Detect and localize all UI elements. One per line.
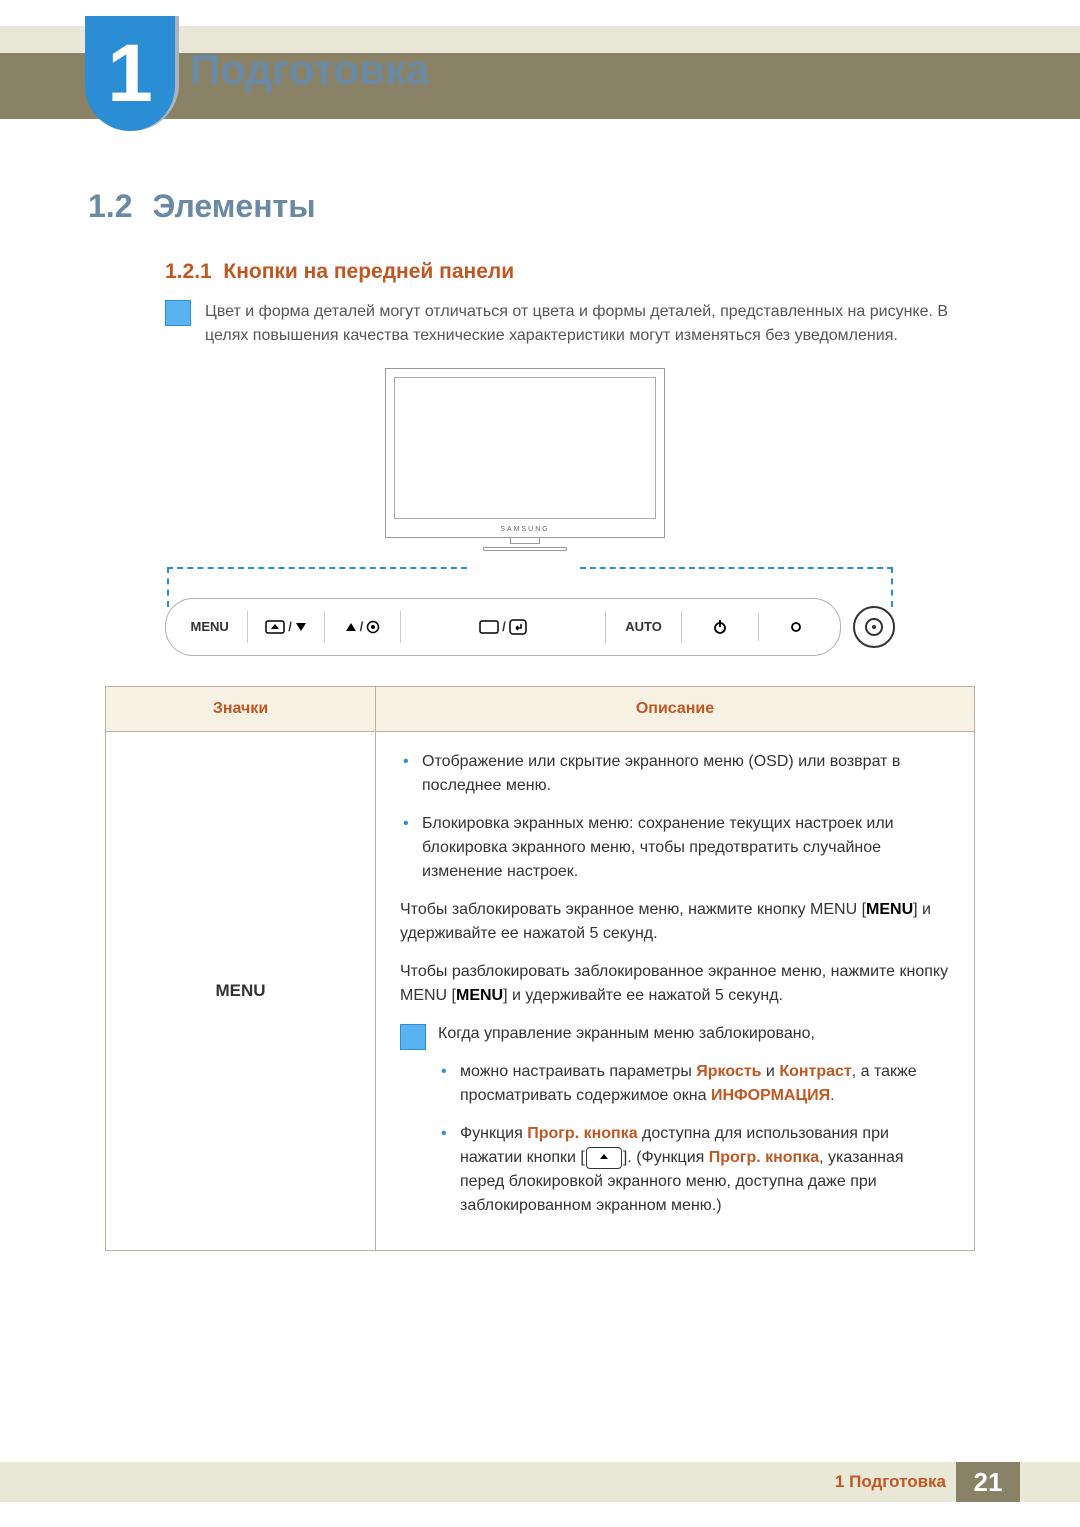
paragraph: Чтобы разблокировать заблокированное экр…: [400, 960, 950, 1008]
btn-auto: AUTO: [606, 611, 682, 643]
subsection-heading: 1.2.1 Кнопки на передней панели: [165, 256, 514, 288]
sub-note-intro: Когда управление экранным меню заблокиро…: [438, 1022, 950, 1046]
target-icon: [366, 620, 380, 634]
table-row: MENU Отображение или скрытие экранного м…: [106, 732, 974, 1250]
footer-page-number: 21: [956, 1462, 1020, 1502]
note-icon: [400, 1024, 426, 1050]
list-item: Отображение или скрытие экранного меню (…: [400, 750, 950, 798]
indicator-lines: [165, 557, 895, 597]
section-heading: 1.2 Элементы: [88, 182, 316, 230]
sub-note: Когда управление экранным меню заблокиро…: [400, 1022, 950, 1232]
chapter-badge: 1: [85, 16, 175, 131]
table-cell-label: MENU: [106, 732, 376, 1250]
section-number: 1.2: [88, 182, 132, 230]
monitor-illustration: SAMSUNG: [385, 368, 665, 538]
list-item: Блокировка экранных меню: сохранение тек…: [400, 812, 950, 884]
btn-power: [682, 613, 758, 641]
btn-menu-label: MENU: [191, 617, 229, 637]
subsection-title: Кнопки на передней панели: [223, 260, 514, 283]
sub-note-content: Когда управление экранным меню заблокиро…: [438, 1022, 950, 1232]
list-item: можно настраивать параметры Яркость и Ко…: [438, 1060, 950, 1108]
btn-source-enter: /: [401, 611, 606, 643]
paragraph: Чтобы заблокировать экранное меню, нажми…: [400, 898, 950, 946]
custom-up-button-icon: [586, 1147, 622, 1169]
power-icon: [712, 619, 728, 635]
triangle-up-icon: [345, 622, 357, 632]
table-header-icons: Значки: [106, 687, 376, 731]
btn-menu: MENU: [172, 611, 248, 643]
button-bar-main: MENU / / / AUTO: [165, 598, 841, 656]
custom-up-icon: [265, 620, 285, 634]
table-header: Значки Описание: [106, 687, 974, 732]
description-table: Значки Описание MENU Отображение или скр…: [105, 686, 975, 1251]
chapter-number: 1: [107, 12, 153, 135]
table-header-description: Описание: [376, 687, 974, 731]
note-icon: [165, 300, 191, 326]
button-bar: MENU / / / AUTO: [165, 598, 895, 656]
led-indicator-icon: [790, 621, 802, 633]
chapter-title: Подготовка: [190, 38, 429, 101]
btn-auto-label: AUTO: [625, 617, 662, 637]
btn-led: [759, 615, 834, 639]
triangle-down-icon: [295, 622, 307, 632]
source-icon: [479, 620, 499, 634]
footer-text: 1 Подготовка: [835, 1469, 946, 1495]
subsection-number: 1.2.1: [165, 260, 212, 283]
eye-sensor-icon: [865, 618, 883, 636]
btn-custom-down: /: [248, 611, 324, 643]
note-block: Цвет и форма деталей могут отличаться от…: [165, 300, 995, 348]
enter-icon: [509, 619, 527, 635]
btn-up-target: /: [325, 611, 401, 643]
section-title: Элементы: [152, 182, 315, 230]
note-text: Цвет и форма деталей могут отличаться от…: [205, 300, 995, 348]
monitor-screen: [394, 377, 656, 519]
btn-eye-sensor: [853, 606, 895, 648]
footer: 1 Подготовка 21: [0, 1462, 1080, 1502]
list-item: Функция Прогр. кнопка доступна для испол…: [438, 1122, 950, 1218]
monitor-brand: SAMSUNG: [386, 525, 664, 536]
table-cell-description: Отображение или скрытие экранного меню (…: [376, 732, 974, 1250]
